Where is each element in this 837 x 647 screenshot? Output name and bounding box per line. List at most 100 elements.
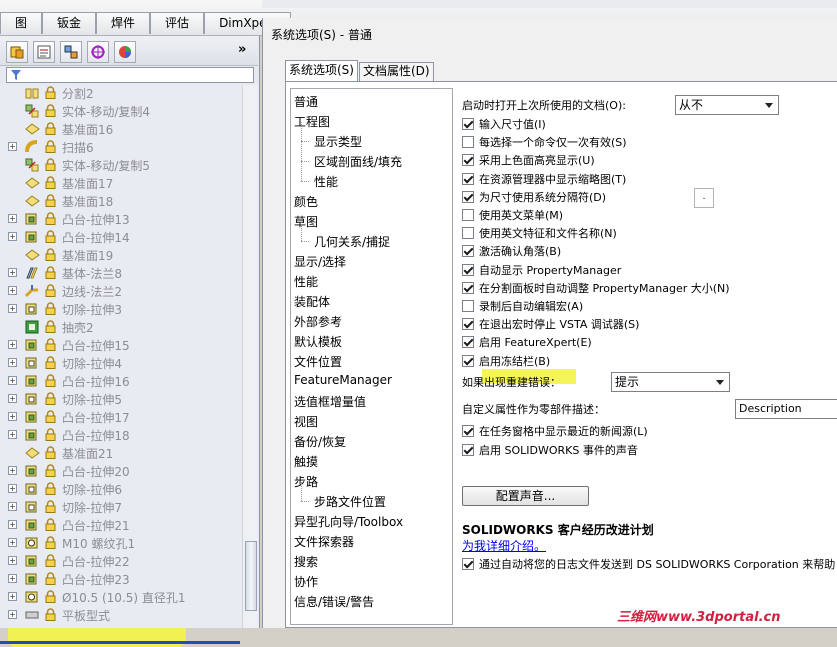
category-item[interactable]: 文件探索器 xyxy=(294,533,354,550)
tab-weldments[interactable]: 焊件 xyxy=(96,12,151,34)
expand-icon[interactable]: + xyxy=(8,520,17,529)
tree-item[interactable]: 基准面21 xyxy=(0,444,242,462)
tree-item[interactable]: 基准面18 xyxy=(0,192,242,210)
tab-sheet-metal[interactable]: 钣金 xyxy=(42,12,97,34)
category-item[interactable]: 颜色 xyxy=(294,193,318,210)
category-item[interactable]: 视图 xyxy=(294,413,318,430)
option-checkbox-row[interactable]: 在分割面板时自动调整 PropertyManager 大小(N) xyxy=(462,280,730,296)
tree-item[interactable]: 分割2 xyxy=(0,85,242,102)
category-list[interactable]: 普通 工程图 显示类型 区域剖面线/填充 性能 颜色 草图 几何关系/捕捉 显示/选择 性能 装配体… xyxy=(290,88,453,625)
tree-item[interactable]: 基准面17 xyxy=(0,174,242,192)
option-checkbox-row[interactable]: 在资源管理器中显示缩略图(T) xyxy=(462,171,626,187)
tree-item[interactable]: + 基体-法兰8 xyxy=(0,264,242,282)
category-item[interactable]: 外部参考 xyxy=(294,313,342,330)
category-item[interactable]: 工程图 xyxy=(294,113,330,130)
option-checkbox-row[interactable]: 为尺寸使用系统分隔符(D) xyxy=(462,189,606,205)
category-item[interactable]: 步路 xyxy=(294,473,318,490)
option-checkbox-row[interactable]: 启用冻结栏(B) xyxy=(462,353,550,369)
tree-item[interactable]: + M10 螺纹孔1 xyxy=(0,534,242,552)
expand-icon[interactable]: + xyxy=(8,484,17,493)
option-checkbox-row[interactable]: 在退出宏时停止 VSTA 调试器(S) xyxy=(462,316,639,332)
option-checkbox[interactable] xyxy=(462,154,474,167)
option-checkbox-row[interactable]: 在任务窗格中显示最近的新闻源(L) xyxy=(462,423,648,439)
category-item[interactable]: 显示类型 xyxy=(314,133,362,150)
option-checkbox[interactable] xyxy=(462,336,474,349)
tree-item[interactable]: 实体-移动/复制5 xyxy=(0,156,242,174)
option-checkbox[interactable] xyxy=(462,118,474,130)
expand-icon[interactable]: + xyxy=(8,142,17,151)
expand-icon[interactable]: + xyxy=(8,592,17,601)
option-checkbox[interactable] xyxy=(462,227,474,240)
expand-icon[interactable]: + xyxy=(8,376,17,385)
option-checkbox-row[interactable]: 启用 SOLIDWORKS 事件的声音 xyxy=(462,442,638,458)
display-manager-icon[interactable] xyxy=(114,41,136,63)
feature-manager-tree-icon[interactable] xyxy=(6,41,28,63)
tree-item[interactable]: + 切除-拉伸5 xyxy=(0,390,242,408)
configure-sounds-button[interactable]: 配置声音... xyxy=(462,486,589,506)
option-checkbox-row[interactable]: 采用上色面高亮显示(U) xyxy=(462,152,595,168)
category-item[interactable]: 默认模板 xyxy=(294,333,342,350)
tree-item[interactable]: + 切除-拉伸3 xyxy=(0,300,242,318)
category-item[interactable]: 文件位置 xyxy=(294,353,342,370)
option-checkbox[interactable] xyxy=(462,443,474,456)
tree-item[interactable]: + 凸台-拉伸23 xyxy=(0,570,242,588)
rollback-bar[interactable] xyxy=(0,641,240,644)
category-item[interactable]: 装配体 xyxy=(294,293,330,310)
configuration-manager-icon[interactable] xyxy=(60,41,82,63)
tree-item[interactable]: + 凸台-拉伸18 xyxy=(0,426,242,444)
expand-icon[interactable]: + xyxy=(8,232,17,241)
tree-item[interactable]: + 切除-拉伸4 xyxy=(0,354,242,372)
option-checkbox-row[interactable]: 输入尺寸值(I) xyxy=(462,116,546,132)
category-item[interactable]: 异型孔向导/Toolbox xyxy=(294,513,403,530)
tree-item[interactable]: 抽壳2 xyxy=(0,318,242,336)
category-item[interactable]: 搜索 xyxy=(294,553,318,570)
option-checkbox[interactable] xyxy=(462,245,474,258)
category-item[interactable]: 步路文件位置 xyxy=(314,493,386,510)
expand-icon[interactable]: + xyxy=(8,556,17,565)
decimal-separator-field[interactable]: . xyxy=(694,188,714,208)
category-item[interactable]: FeatureManager xyxy=(294,373,392,387)
ceip-checkbox[interactable] xyxy=(462,558,474,570)
category-item[interactable]: 协作 xyxy=(294,573,318,590)
option-checkbox[interactable] xyxy=(462,425,474,437)
tree-item[interactable]: + 凸台-拉伸20 xyxy=(0,462,242,480)
expand-icon[interactable]: + xyxy=(8,394,17,403)
expand-icon[interactable]: + xyxy=(8,286,17,295)
option-checkbox[interactable] xyxy=(462,190,474,203)
option-checkbox[interactable] xyxy=(462,263,474,276)
tree-item[interactable]: + 凸台-拉伸17 xyxy=(0,408,242,426)
property-manager-icon[interactable] xyxy=(33,41,55,63)
option-checkbox[interactable] xyxy=(462,172,474,185)
category-item[interactable]: 显示/选择 xyxy=(294,253,346,270)
category-item[interactable]: 信息/错误/警告 xyxy=(294,593,374,610)
category-item[interactable]: 性能 xyxy=(314,173,338,190)
option-checkbox[interactable] xyxy=(462,136,474,149)
expand-icon[interactable]: + xyxy=(8,466,17,475)
option-checkbox-row[interactable]: 使用英文菜单(M) xyxy=(462,207,563,223)
tree-scrollbar[interactable] xyxy=(242,85,258,628)
learn-more-link[interactable]: 为我详细介绍。 xyxy=(462,537,546,554)
tree-item[interactable]: + 凸台-拉伸14 xyxy=(0,228,242,246)
expand-icon[interactable]: + xyxy=(8,358,17,367)
custom-prop-select[interactable]: Description xyxy=(735,399,837,419)
tree-item[interactable]: + 平板型式 xyxy=(0,606,242,624)
tab-drawing[interactable]: 图 xyxy=(0,12,43,34)
tree-item[interactable]: + 凸台-拉伸13 xyxy=(0,210,242,228)
scrollbar-thumb[interactable] xyxy=(245,541,257,611)
dimxpert-manager-icon[interactable] xyxy=(87,41,109,63)
expand-icon[interactable]: + xyxy=(8,340,17,349)
category-item[interactable]: 区域剖面线/填充 xyxy=(314,153,402,170)
category-item[interactable]: 备份/恢复 xyxy=(294,433,346,450)
more-tabs-icon[interactable]: » xyxy=(238,42,246,57)
option-checkbox-row[interactable]: 录制后自动编辑宏(A) xyxy=(462,298,583,314)
category-item[interactable]: 草图 xyxy=(294,213,318,230)
tab-document-properties[interactable]: 文档属性(D) xyxy=(358,62,434,81)
option-checkbox-row[interactable]: 每选择一个命令仅一次有效(S) xyxy=(462,134,627,150)
tree-item[interactable]: 基准面16 xyxy=(0,120,242,138)
open-last-select[interactable]: 从不 xyxy=(675,95,779,115)
category-item[interactable]: 性能 xyxy=(294,273,318,290)
rebuild-error-select[interactable]: 提示 xyxy=(611,372,730,392)
option-checkbox[interactable] xyxy=(462,209,474,221)
option-checkbox-row[interactable]: 使用英文特征和文件名称(N) xyxy=(462,225,617,241)
option-checkbox[interactable] xyxy=(462,318,474,331)
